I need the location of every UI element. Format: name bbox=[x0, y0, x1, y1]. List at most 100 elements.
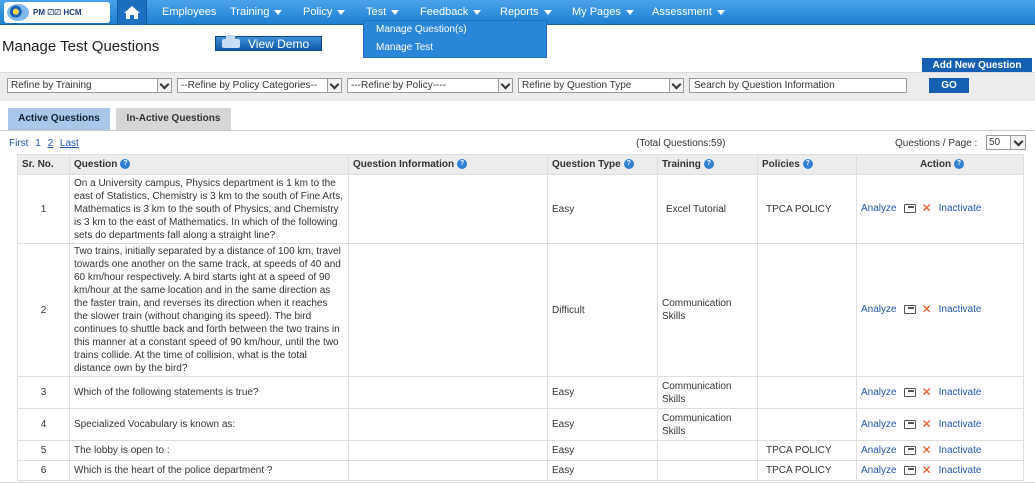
edit-icon[interactable] bbox=[903, 387, 916, 397]
close-icon[interactable]: ✕ bbox=[922, 443, 932, 457]
inactivate-link[interactable]: Inactivate bbox=[939, 445, 982, 456]
cell-sr: 2 bbox=[17, 243, 70, 377]
cell-policies: TPCA POLICY bbox=[757, 440, 857, 461]
close-icon[interactable]: ✕ bbox=[922, 202, 932, 215]
edit-icon[interactable] bbox=[903, 419, 916, 429]
nav-employees[interactable]: Employees bbox=[162, 0, 216, 25]
pagination: First 1 2 Last bbox=[9, 138, 83, 149]
cell-question[interactable]: Two trains, initially separated by a dis… bbox=[69, 243, 349, 377]
edit-icon[interactable] bbox=[903, 445, 916, 455]
header-action: Action? bbox=[856, 154, 1024, 175]
total-questions: (Total Questions:59) bbox=[636, 138, 726, 149]
cell-training: Communication Skills bbox=[657, 243, 758, 377]
per-page-value: 50 bbox=[989, 137, 1001, 148]
cell-actions: Analyze ✕ Inactivate bbox=[856, 460, 1024, 481]
inactivate-link[interactable]: Inactivate bbox=[939, 387, 982, 398]
company-logo[interactable]: PM ⚂⚂ HCM bbox=[4, 2, 110, 23]
table-row: 6 Which is the heart of the police depar… bbox=[17, 460, 1024, 481]
header-action-label: Action bbox=[919, 159, 952, 170]
help-icon[interactable]: ? bbox=[703, 159, 714, 170]
edit-icon[interactable] bbox=[903, 465, 916, 475]
cell-training: Excel Tutorial bbox=[657, 174, 758, 244]
tab-underline bbox=[0, 130, 1035, 131]
cell-question-info bbox=[348, 408, 548, 441]
home-button[interactable] bbox=[117, 0, 147, 25]
cell-sr: 3 bbox=[17, 376, 70, 409]
cell-question[interactable]: Which of the following statements is tru… bbox=[69, 376, 349, 409]
refine-policy-categories-select[interactable]: --Refine by Policy Categories-- bbox=[177, 78, 342, 93]
refine-policy-select[interactable]: ---Refine by Policy---- bbox=[347, 78, 513, 93]
cell-actions: Analyze ✕ Inactivate bbox=[856, 376, 1024, 409]
view-demo-label: View Demo bbox=[248, 37, 310, 51]
cell-question[interactable]: Which is the heart of the police departm… bbox=[69, 460, 349, 481]
header-policies: Policies? bbox=[757, 154, 857, 175]
nav-my-pages[interactable]: My Pages bbox=[572, 0, 634, 25]
cell-question-type: Difficult bbox=[547, 243, 658, 377]
chevron-down-icon bbox=[327, 79, 341, 92]
cell-question[interactable]: On a University campus, Physics departme… bbox=[69, 174, 349, 244]
cell-sr: 5 bbox=[17, 440, 70, 461]
cell-question[interactable]: Specialized Vocabulary is known as: bbox=[69, 408, 349, 441]
nav-assessment[interactable]: Assessment bbox=[652, 0, 725, 25]
inactivate-link[interactable]: Inactivate bbox=[939, 305, 982, 316]
help-icon[interactable]: ? bbox=[457, 159, 468, 170]
analyze-link[interactable]: Analyze bbox=[861, 445, 897, 456]
caret-down-icon bbox=[337, 9, 346, 15]
analyze-link[interactable]: Analyze bbox=[861, 465, 897, 476]
refine-training-select[interactable]: Refine by Training bbox=[7, 78, 172, 93]
pager-last[interactable]: Last bbox=[60, 138, 79, 149]
analyze-link[interactable]: Analyze bbox=[861, 387, 897, 398]
edit-icon[interactable] bbox=[903, 305, 916, 315]
pager-first[interactable]: First bbox=[9, 138, 28, 149]
header-info-label: Question Information bbox=[353, 159, 455, 170]
close-icon[interactable]: ✕ bbox=[922, 463, 932, 477]
cell-training bbox=[657, 460, 758, 481]
tab-active-questions[interactable]: Active Questions bbox=[8, 108, 110, 130]
close-icon[interactable]: ✕ bbox=[922, 417, 932, 431]
nav-my-pages-label: My Pages bbox=[572, 6, 621, 18]
refine-policy-categories-value: --Refine by Policy Categories-- bbox=[181, 80, 318, 91]
refine-question-type-select[interactable]: Refine by Question Type bbox=[518, 78, 684, 93]
add-new-question-button[interactable]: Add New Question bbox=[922, 58, 1032, 73]
go-button[interactable]: GO bbox=[929, 78, 969, 93]
caret-down-icon bbox=[274, 9, 283, 15]
pager-page-2[interactable]: 2 bbox=[48, 138, 54, 149]
header-policies-label: Policies bbox=[762, 159, 800, 170]
tab-inactive-questions[interactable]: In-Active Questions bbox=[116, 108, 231, 130]
chevron-down-icon bbox=[157, 79, 171, 92]
cell-question-type: Easy bbox=[547, 376, 658, 409]
per-page-select[interactable]: 50 bbox=[986, 135, 1026, 150]
search-input[interactable]: Search by Question Information bbox=[689, 78, 907, 93]
header-type-label: Question Type bbox=[552, 159, 621, 170]
cell-question[interactable]: The lobby is open to : bbox=[69, 440, 349, 461]
help-icon[interactable]: ? bbox=[802, 159, 813, 170]
view-demo-button[interactable]: View Demo bbox=[215, 35, 322, 51]
table-row: 1 On a University campus, Physics depart… bbox=[17, 174, 1024, 244]
header-question-information: Question Information? bbox=[348, 154, 548, 175]
menu-item-manage-test[interactable]: Manage Test bbox=[364, 39, 546, 57]
video-camera-icon bbox=[222, 35, 240, 48]
close-icon[interactable]: ✕ bbox=[922, 385, 932, 399]
analyze-link[interactable]: Analyze bbox=[861, 204, 897, 215]
inactivate-link[interactable]: Inactivate bbox=[939, 465, 982, 476]
analyze-link[interactable]: Analyze bbox=[861, 305, 897, 316]
chevron-down-icon bbox=[1010, 136, 1025, 149]
nav-feedback-label: Feedback bbox=[420, 6, 469, 18]
cell-training: Communication Skills bbox=[657, 376, 758, 409]
cell-question-info bbox=[348, 460, 548, 481]
edit-icon[interactable] bbox=[903, 204, 916, 214]
help-icon[interactable]: ? bbox=[954, 159, 965, 170]
test-dropdown-menu: Manage Question(s) Manage Test bbox=[363, 20, 547, 58]
cell-policies: TPCA POLICY bbox=[757, 174, 857, 244]
close-icon[interactable]: ✕ bbox=[922, 303, 932, 316]
help-icon[interactable]: ? bbox=[120, 159, 131, 170]
nav-training[interactable]: Training bbox=[230, 0, 283, 25]
nav-policy[interactable]: Policy bbox=[303, 0, 346, 25]
inactivate-link[interactable]: Inactivate bbox=[939, 419, 982, 430]
per-page-label: Questions / Page : bbox=[895, 138, 978, 149]
menu-item-manage-questions[interactable]: Manage Question(s) bbox=[364, 21, 546, 39]
inactivate-link[interactable]: Inactivate bbox=[939, 204, 982, 215]
analyze-link[interactable]: Analyze bbox=[861, 419, 897, 430]
help-icon[interactable]: ? bbox=[623, 159, 634, 170]
pager-page-1[interactable]: 1 bbox=[35, 138, 41, 149]
